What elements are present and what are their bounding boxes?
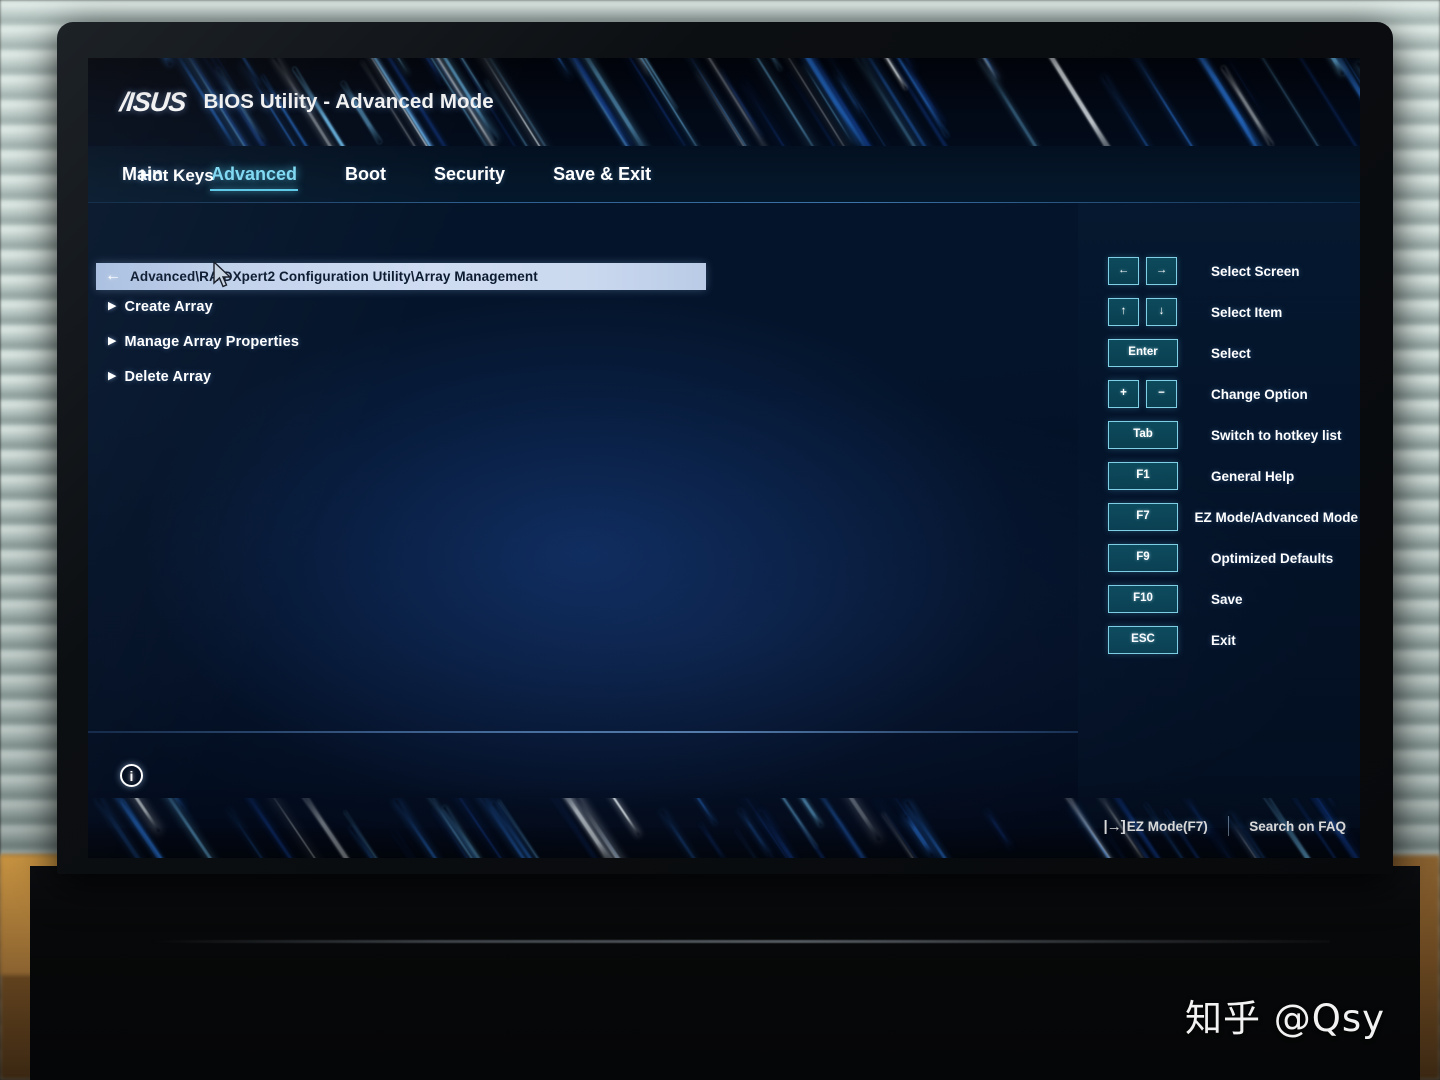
asus-logo: /ISUS bbox=[118, 86, 188, 117]
hotkeys-title: Hot Keys bbox=[140, 166, 214, 185]
key-button[interactable]: F10 bbox=[1108, 585, 1178, 613]
tab-advanced[interactable]: Advanced bbox=[210, 162, 299, 191]
key-button[interactable]: Tab bbox=[1108, 421, 1178, 449]
hotkey-keys: F9 bbox=[1108, 544, 1198, 572]
menu-list: ▶ Create Array ▶ Manage Array Properties… bbox=[108, 295, 808, 400]
page-title: BIOS Utility - Advanced Mode bbox=[203, 90, 494, 113]
key-button[interactable]: ← bbox=[1108, 257, 1139, 285]
hotkey-keys: F7 bbox=[1108, 503, 1181, 531]
hotkey-row: F7 EZ Mode/Advanced Mode bbox=[1108, 500, 1358, 534]
hotkey-label: General Help bbox=[1211, 468, 1295, 484]
menu-item-delete-array[interactable]: ▶ Delete Array bbox=[108, 365, 808, 388]
hotkey-keys: ← → bbox=[1108, 257, 1198, 285]
key-button[interactable]: Enter bbox=[1108, 339, 1178, 367]
photo-scene: /ISUS BIOS Utility - Advanced Mode Main … bbox=[0, 0, 1440, 1080]
hotkey-keys: + − bbox=[1108, 380, 1198, 408]
hotkeys-panel: Hot Keys ← → Select Screen ↑ ↓ Select Item Ent… bbox=[140, 166, 1360, 828]
key-button[interactable]: F7 bbox=[1108, 503, 1178, 531]
hotkey-row: ESC Exit bbox=[1108, 623, 1358, 657]
hotkey-row: F1 General Help bbox=[1108, 459, 1358, 493]
hotkey-label: Exit bbox=[1211, 632, 1236, 648]
content-panel: ← Advanced\RAIDXpert2 Configuration Util… bbox=[88, 203, 1078, 828]
decorative-streak bbox=[1024, 58, 1122, 146]
menu-item-label: Create Array bbox=[124, 298, 213, 315]
search-faq-button[interactable]: Search on FAQ bbox=[1249, 819, 1346, 834]
caret-right-icon: ▶ bbox=[108, 370, 117, 382]
key-button[interactable]: ESC bbox=[1108, 626, 1178, 654]
decorative-streak bbox=[531, 58, 572, 78]
separator bbox=[1227, 816, 1230, 836]
hotkey-row: ← → Select Screen bbox=[1108, 254, 1358, 288]
decorative-streak bbox=[1172, 58, 1284, 146]
hotkey-keys: F1 bbox=[1108, 462, 1198, 490]
menu-item-label: Delete Array bbox=[124, 368, 212, 385]
bios-screen: /ISUS BIOS Utility - Advanced Mode Main … bbox=[88, 58, 1360, 858]
back-arrow-icon[interactable]: ← bbox=[105, 268, 121, 284]
key-button[interactable]: − bbox=[1146, 380, 1177, 408]
tab-switch-icon: |→] bbox=[1103, 817, 1126, 835]
ez-mode-button[interactable]: EZ Mode(F7) bbox=[1127, 819, 1208, 834]
caret-right-icon: ▶ bbox=[108, 300, 117, 312]
hotkey-row: Tab Switch to hotkey list bbox=[1108, 418, 1358, 452]
hotkey-keys: ESC bbox=[1108, 626, 1198, 654]
hotkey-label: Save bbox=[1211, 591, 1243, 607]
hotkey-row: F9 Optimized Defaults bbox=[1108, 541, 1358, 575]
bottom-action-bar: |→] EZ Mode(F7) Search on FAQ bbox=[1104, 812, 1346, 840]
tab-save-exit[interactable]: Save & Exit bbox=[553, 162, 651, 187]
hotkeys-list: ← → Select Screen ↑ ↓ Select Item Enter Select +… bbox=[1108, 254, 1358, 664]
menu-item-manage-array-properties[interactable]: ▶ Manage Array Properties bbox=[108, 330, 808, 353]
hotkey-label: Change Option bbox=[1211, 386, 1308, 402]
breadcrumb[interactable]: ← Advanced\RAIDXpert2 Configuration Util… bbox=[96, 263, 706, 290]
hotkey-row: ↑ ↓ Select Item bbox=[1108, 295, 1358, 329]
hotkey-keys: Tab bbox=[1108, 421, 1198, 449]
menu-item-create-array[interactable]: ▶ Create Array bbox=[108, 295, 808, 318]
hotkey-label: Select Item bbox=[1211, 304, 1283, 320]
hotkey-label: Select bbox=[1211, 345, 1251, 361]
hotkey-label: Optimized Defaults bbox=[1211, 550, 1334, 566]
key-button[interactable]: ↑ bbox=[1108, 298, 1139, 326]
watermark: 知乎 @Qsy bbox=[1185, 997, 1386, 1040]
menu-item-label: Manage Array Properties bbox=[124, 333, 300, 350]
key-button[interactable]: F1 bbox=[1108, 462, 1178, 490]
laptop-base bbox=[30, 866, 1420, 1080]
laptop-base-lip bbox=[150, 940, 1330, 943]
decorative-streak bbox=[1127, 58, 1239, 146]
caret-right-icon: ▶ bbox=[108, 335, 117, 347]
hotkey-row: + − Change Option bbox=[1108, 377, 1358, 411]
decorative-streak bbox=[802, 63, 855, 146]
breadcrumb-path: Advanced\RAIDXpert2 Configuration Utilit… bbox=[130, 269, 538, 284]
hotkey-keys: F10 bbox=[1108, 585, 1198, 613]
main-navigation: Main Advanced Boot Security Save & Exit bbox=[88, 146, 1360, 203]
hotkey-label: EZ Mode/Advanced Mode bbox=[1194, 509, 1358, 525]
mouse-cursor bbox=[213, 261, 232, 288]
hotkey-row: Enter Select bbox=[1108, 336, 1358, 370]
bios-banner: /ISUS BIOS Utility - Advanced Mode bbox=[88, 58, 1360, 146]
key-button[interactable]: + bbox=[1108, 380, 1139, 408]
key-button[interactable]: → bbox=[1146, 257, 1177, 285]
decorative-streak bbox=[1355, 61, 1360, 146]
hotkey-label: Switch to hotkey list bbox=[1211, 427, 1342, 443]
tab-boot[interactable]: Boot bbox=[345, 162, 386, 187]
hotkey-label: Select Screen bbox=[1211, 263, 1300, 279]
content-divider bbox=[88, 731, 1078, 733]
key-button[interactable]: F9 bbox=[1108, 544, 1178, 572]
hotkey-keys: Enter bbox=[1108, 339, 1198, 367]
tab-security[interactable]: Security bbox=[434, 162, 505, 187]
key-button[interactable]: ↓ bbox=[1146, 298, 1177, 326]
hotkey-row: F10 Save bbox=[1108, 582, 1358, 616]
hotkey-keys: ↑ ↓ bbox=[1108, 298, 1198, 326]
info-icon[interactable]: i bbox=[120, 764, 143, 787]
